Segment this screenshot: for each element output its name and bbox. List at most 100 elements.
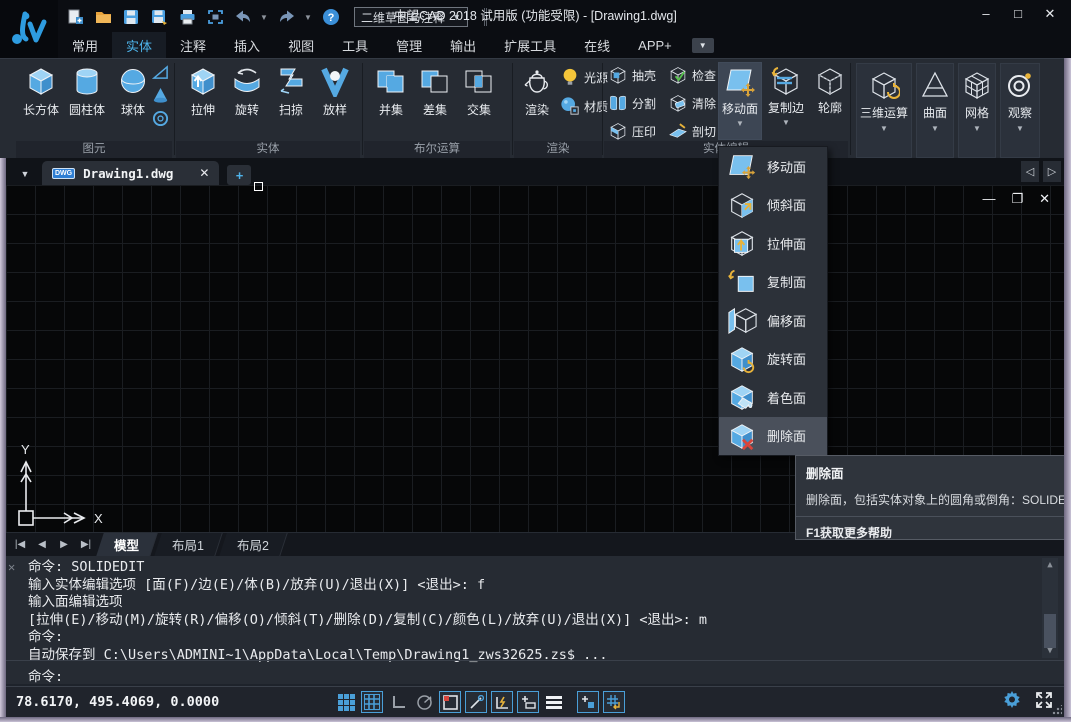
tab-layout2[interactable]: 布局2 bbox=[219, 533, 287, 556]
scroll-left-icon[interactable]: ◁ bbox=[1021, 161, 1039, 182]
subtract-button[interactable]: 差集 bbox=[412, 62, 458, 138]
wedge-icon[interactable] bbox=[152, 64, 169, 81]
selection-cycling-toggle-icon[interactable] bbox=[577, 691, 599, 713]
redo-icon[interactable] bbox=[276, 6, 298, 28]
surface-dropdown[interactable]: 曲面 ▼ bbox=[916, 63, 954, 158]
check-button[interactable]: 检查 bbox=[668, 65, 716, 85]
close-document-icon[interactable]: ✕ bbox=[199, 166, 209, 180]
render-button[interactable]: 渲染 bbox=[514, 62, 560, 138]
workspace-dropdown[interactable]: 二维草图与注释 ▼ bbox=[354, 7, 468, 27]
save-icon[interactable] bbox=[120, 6, 142, 28]
command-close-icon[interactable]: ✕ bbox=[8, 560, 15, 574]
menu-item-delete-face[interactable]: 删除面 bbox=[719, 417, 827, 456]
menu-item-taper-face[interactable]: 倾斜面 bbox=[719, 186, 827, 225]
scroll-down-icon[interactable]: ▼ bbox=[1042, 644, 1058, 658]
lineweight-toggle-icon[interactable] bbox=[543, 691, 565, 713]
doc-list-dropdown-icon[interactable]: ▼ bbox=[12, 163, 38, 185]
scroll-up-icon[interactable]: ▲ bbox=[1042, 558, 1058, 572]
tab-charu[interactable]: 插入 bbox=[220, 32, 274, 58]
app-logo[interactable] bbox=[0, 0, 58, 58]
slice-button[interactable]: 剖切 bbox=[668, 121, 716, 141]
dyn-toggle-icon[interactable] bbox=[517, 691, 539, 713]
extrude-button[interactable]: 拉伸 bbox=[180, 62, 226, 138]
redo-dropdown-icon[interactable]: ▼ bbox=[304, 13, 314, 22]
tab-shuchu[interactable]: 输出 bbox=[436, 32, 490, 58]
settings-gear-icon[interactable] bbox=[1003, 691, 1021, 709]
help-icon[interactable]: ? bbox=[320, 6, 342, 28]
undo-dropdown-icon[interactable]: ▼ bbox=[260, 13, 270, 22]
copy-edge-button[interactable]: 复制边 ▼ bbox=[764, 62, 808, 140]
revolve-button[interactable]: 旋转 bbox=[224, 62, 270, 138]
tab-zaixian[interactable]: 在线 bbox=[570, 32, 624, 58]
tab-layout1[interactable]: 布局1 bbox=[154, 533, 222, 556]
loft-button[interactable]: 放样 bbox=[312, 62, 358, 138]
annotation-toggle-icon[interactable] bbox=[603, 691, 625, 713]
undo-icon[interactable] bbox=[232, 6, 254, 28]
imprint-button[interactable]: 压印 bbox=[608, 121, 656, 141]
sphere-button[interactable]: 球体 bbox=[110, 62, 156, 138]
menu-item-offset-face[interactable]: 偏移面 bbox=[719, 301, 827, 340]
prev-tab-icon[interactable]: ◀ bbox=[32, 536, 52, 554]
save-as-icon[interactable] bbox=[148, 6, 170, 28]
maximize-button[interactable]: □ bbox=[1009, 6, 1027, 22]
move-face-button[interactable]: 移动面 ▼ bbox=[718, 62, 762, 140]
box-button[interactable]: 长方体 bbox=[18, 62, 64, 138]
otrack-toggle-icon[interactable] bbox=[465, 691, 487, 713]
torus-icon[interactable] bbox=[152, 110, 169, 127]
union-button[interactable]: 并集 bbox=[368, 62, 414, 138]
menu-item-copy-face[interactable]: 复制面 bbox=[719, 263, 827, 302]
print-icon[interactable] bbox=[176, 6, 198, 28]
preview-icon[interactable] bbox=[204, 6, 226, 28]
fullscreen-icon[interactable] bbox=[1035, 691, 1053, 709]
close-button[interactable]: ✕ bbox=[1041, 6, 1059, 22]
new-file-icon[interactable] bbox=[64, 6, 86, 28]
command-input[interactable]: 命令: bbox=[28, 665, 1028, 685]
doc-minimize-button[interactable]: — bbox=[982, 191, 995, 207]
document-tab[interactable]: DWG Drawing1.dwg ✕ bbox=[42, 161, 219, 185]
mesh-dropdown[interactable]: 网格 ▼ bbox=[958, 63, 996, 158]
new-document-button[interactable]: + bbox=[227, 165, 251, 185]
scrollbar-thumb[interactable] bbox=[1044, 614, 1056, 648]
tab-shitu[interactable]: 视图 bbox=[274, 32, 328, 58]
open-folder-icon[interactable] bbox=[92, 6, 114, 28]
extract-edges-button[interactable]: 轮廓 bbox=[808, 62, 852, 140]
doc-close-button[interactable]: ✕ bbox=[1039, 191, 1050, 207]
tab-gongju[interactable]: 工具 bbox=[328, 32, 382, 58]
grid-toggle-icon[interactable] bbox=[361, 691, 383, 713]
doc-restore-button[interactable]: ❐ bbox=[1011, 191, 1023, 207]
tab-zhushi[interactable]: 注释 bbox=[166, 32, 220, 58]
material-button[interactable]: 材质 bbox=[560, 96, 608, 116]
ribbon-collapse-icon[interactable]: ▼ bbox=[692, 38, 714, 53]
tab-model[interactable]: 模型 bbox=[96, 533, 157, 556]
separate-button[interactable]: 分割 bbox=[608, 93, 656, 113]
clean-button[interactable]: 清除 bbox=[668, 93, 716, 113]
cone-icon[interactable] bbox=[152, 86, 169, 105]
osnap-toggle-icon[interactable] bbox=[439, 691, 461, 713]
tab-guanli[interactable]: 管理 bbox=[382, 32, 436, 58]
tab-kuozhan[interactable]: 扩展工具 bbox=[490, 32, 570, 58]
shell-button[interactable]: 抽壳 bbox=[608, 65, 656, 85]
3d-operations-dropdown[interactable]: 三维运算 ▼ bbox=[856, 63, 912, 158]
last-tab-icon[interactable]: ▶| bbox=[76, 536, 96, 554]
tab-app-plus[interactable]: APP+ bbox=[624, 32, 686, 58]
minimize-button[interactable]: – bbox=[977, 6, 995, 22]
snap-toggle-icon[interactable] bbox=[335, 691, 357, 713]
next-tab-icon[interactable]: ▶ bbox=[54, 536, 74, 554]
ducs-toggle-icon[interactable] bbox=[491, 691, 513, 713]
menu-item-rotate-face[interactable]: 旋转面 bbox=[719, 340, 827, 379]
ortho-toggle-icon[interactable] bbox=[387, 691, 409, 713]
command-scrollbar[interactable]: ▲ ▼ bbox=[1042, 558, 1058, 658]
cylinder-button[interactable]: 圆柱体 bbox=[64, 62, 110, 138]
tab-shiti[interactable]: 实体 bbox=[112, 32, 166, 58]
observe-dropdown[interactable]: 观察 ▼ bbox=[1000, 63, 1040, 158]
tab-changyong[interactable]: 常用 bbox=[58, 32, 112, 58]
polar-toggle-icon[interactable] bbox=[413, 691, 435, 713]
menu-item-color-face[interactable]: 着色面 bbox=[719, 378, 827, 417]
menu-item-extrude-face[interactable]: 拉伸面 bbox=[719, 224, 827, 263]
sweep-button[interactable]: 扫掠 bbox=[268, 62, 314, 138]
resize-grip[interactable] bbox=[1052, 705, 1062, 715]
light-button[interactable]: 光源 bbox=[560, 67, 608, 87]
scroll-right-icon[interactable]: ▷ bbox=[1043, 161, 1061, 182]
menu-item-move-face[interactable]: 移动面 bbox=[719, 147, 827, 186]
first-tab-icon[interactable]: |◀ bbox=[10, 536, 30, 554]
